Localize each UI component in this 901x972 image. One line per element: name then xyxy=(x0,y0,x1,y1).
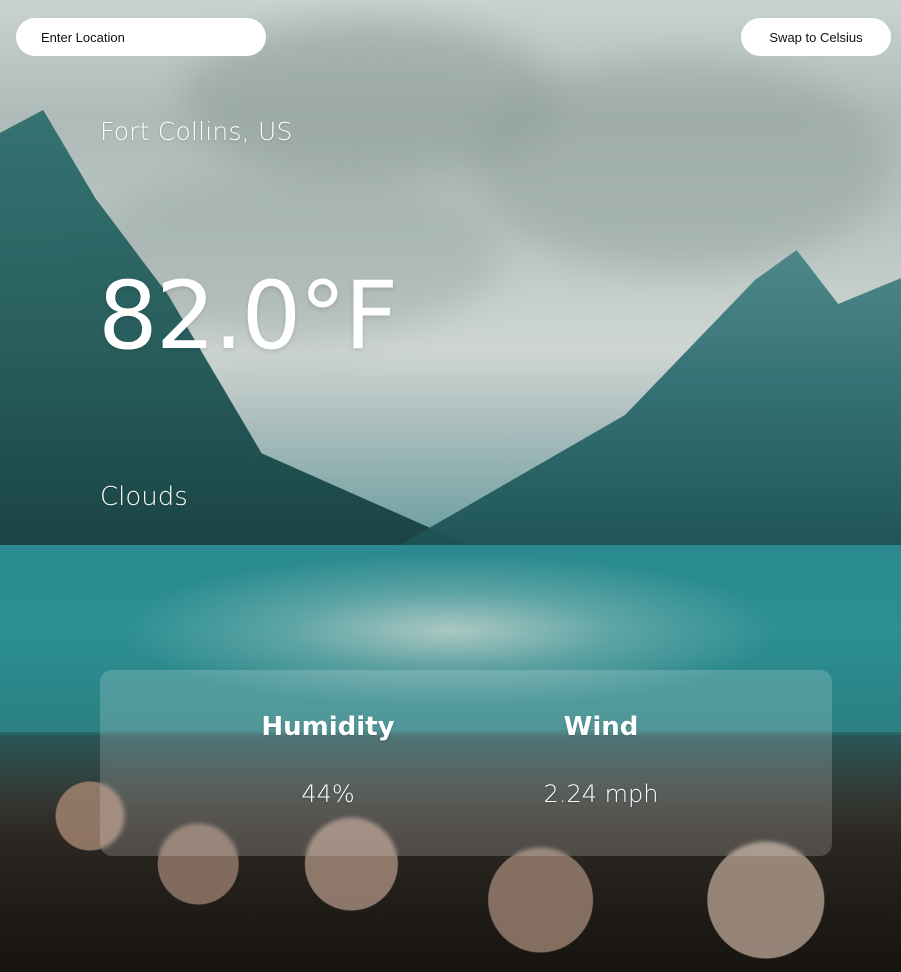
weather-condition: Clouds xyxy=(100,482,188,512)
swap-units-button[interactable]: Swap to Celsius xyxy=(741,18,891,56)
weather-stats-card: Humidity 44% Wind 2.24 mph xyxy=(100,670,832,856)
location-search-input[interactable] xyxy=(16,18,266,56)
humidity-label: Humidity xyxy=(261,712,395,742)
wind-value: 2.24 mph xyxy=(543,780,659,808)
wind-label: Wind xyxy=(563,712,639,742)
location-name: Fort Collins, US xyxy=(100,117,293,146)
humidity-value: 44% xyxy=(301,780,355,808)
temperature-value: 82.0°F xyxy=(98,262,398,371)
cloud xyxy=(470,60,890,270)
